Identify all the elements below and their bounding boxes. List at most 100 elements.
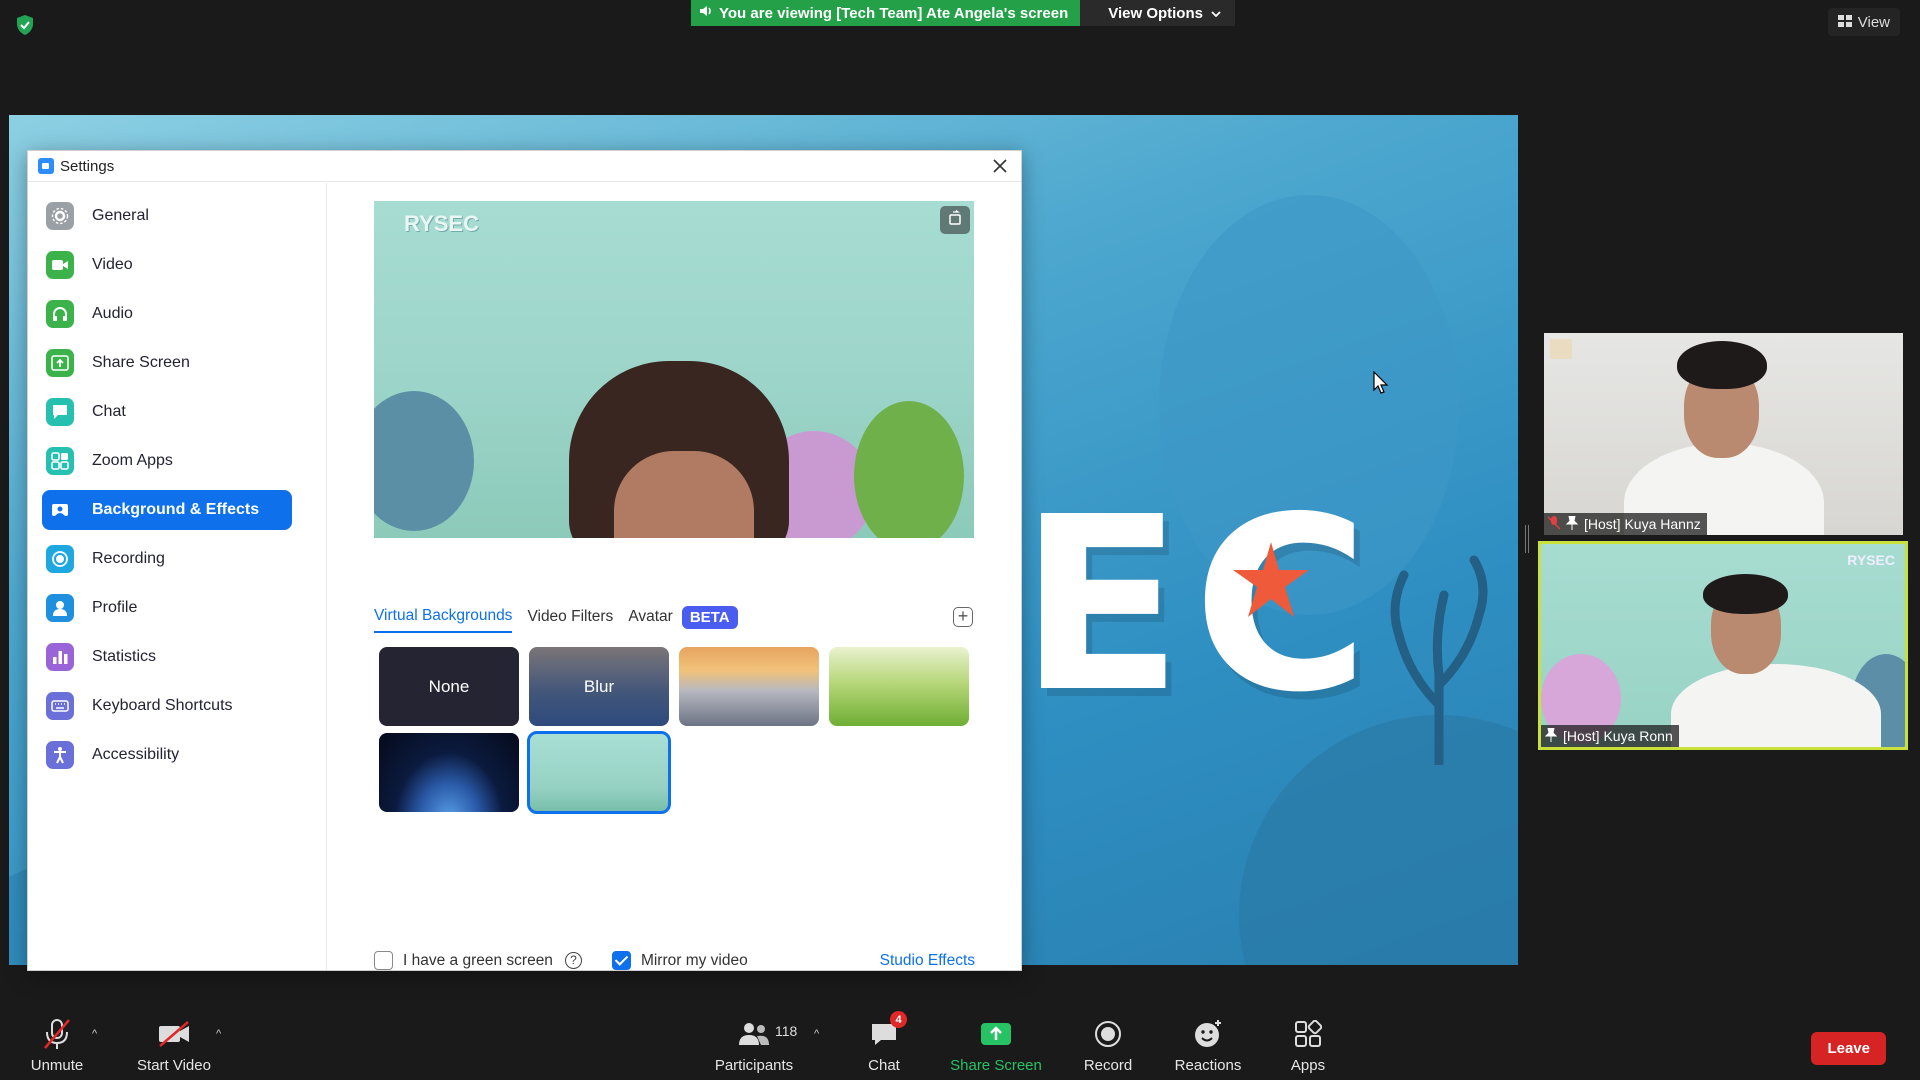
sidebar-item-video[interactable]: Video: [42, 245, 292, 285]
preview-rock: [374, 391, 474, 531]
add-background-button[interactable]: +: [953, 607, 973, 627]
mirror-video-checkbox[interactable]: [611, 951, 631, 970]
apps-icon: [1291, 1017, 1325, 1051]
audio-options-caret[interactable]: ^: [92, 1028, 97, 1040]
help-icon[interactable]: ?: [564, 952, 582, 969]
participant-tile[interactable]: [Host] Kuya Hannz: [1544, 333, 1903, 535]
sidebar-item-background-effects[interactable]: Background & Effects: [42, 490, 292, 530]
view-options-button[interactable]: View Options: [1080, 0, 1235, 26]
apps-label: Apps: [1290, 1057, 1326, 1074]
panel-resize-handle[interactable]: [1525, 525, 1529, 553]
video-options-caret[interactable]: ^: [216, 1028, 221, 1040]
participant-hair: [1703, 574, 1788, 614]
background-option-label: None: [428, 676, 470, 696]
smiley-icon: [1191, 1017, 1225, 1051]
sidebar-item-chat[interactable]: Chat: [42, 392, 292, 432]
effects-options-row: I have a green screen ? Mirror my video …: [374, 951, 975, 970]
apps-button[interactable]: Apps: [1280, 1002, 1336, 1080]
leave-button[interactable]: Leave: [1811, 1032, 1886, 1065]
headphones-icon: [46, 300, 74, 328]
meeting-controls-bar: Unmute ^ Start Video ^ 118 Participants …: [0, 1002, 1920, 1080]
sidebar-item-zoom-apps[interactable]: Zoom Apps: [42, 441, 292, 481]
pin-icon: [1565, 515, 1579, 533]
security-shield-icon[interactable]: [14, 14, 36, 36]
record-label: Record: [1083, 1057, 1133, 1074]
background-icon: [46, 496, 74, 524]
participants-button[interactable]: 118 Participants: [708, 1002, 800, 1080]
participants-label: Participants: [714, 1057, 794, 1074]
pin-icon: [1544, 727, 1558, 745]
background-effects-panel: RYSEC Virtual Backgrounds Video Filters …: [328, 183, 1021, 970]
settings-title: Settings: [60, 157, 115, 175]
tab-virtual-backgrounds[interactable]: Virtual Backgrounds: [374, 607, 513, 633]
tab-avatar[interactable]: Avatar: [628, 608, 673, 632]
background-option-ocean[interactable]: [527, 731, 671, 814]
grid-icon: [1837, 14, 1852, 31]
effects-tabs: Virtual Backgrounds Video Filters Avatar…: [374, 605, 738, 633]
reactions-button[interactable]: Reactions: [1170, 1002, 1246, 1080]
record-button[interactable]: Record: [1080, 1002, 1136, 1080]
recording-icon: [46, 545, 74, 573]
participant-bg-logo: RYSEC: [1847, 552, 1895, 568]
sidebar-item-recording[interactable]: Recording: [42, 539, 292, 579]
participant-tile-active-speaker[interactable]: RYSEC [Host] Kuya Ronn: [1538, 541, 1908, 750]
gear-icon: [46, 202, 74, 230]
participant-name: [Host] Kuya Hannz: [1584, 516, 1701, 532]
mouse-cursor-icon: [1373, 370, 1389, 400]
sidebar-item-statistics[interactable]: Statistics: [42, 637, 292, 677]
chat-icon: [46, 398, 74, 426]
green-screen-checkbox[interactable]: [374, 951, 393, 970]
preview-seaweed: [854, 401, 964, 538]
unmute-button[interactable]: Unmute: [24, 1002, 90, 1080]
start-video-button[interactable]: Start Video: [132, 1002, 216, 1080]
chat-button[interactable]: 4 Chat: [858, 1002, 910, 1080]
background-option-label: Blur: [583, 676, 615, 696]
sidebar-item-profile[interactable]: Profile: [42, 588, 292, 628]
beta-badge: BETA: [681, 605, 738, 629]
background-option-earth[interactable]: [379, 733, 519, 812]
share-screen-icon: [979, 1017, 1013, 1051]
sidebar-item-label: Background & Effects: [92, 501, 260, 518]
sidebar-item-label: Share Screen: [92, 354, 190, 371]
viewing-text: You are viewing [Tech Team] Ate Angela's…: [719, 4, 1069, 22]
chat-label: Chat: [868, 1057, 900, 1074]
background-option-none[interactable]: None: [379, 647, 519, 726]
video-icon: [46, 251, 74, 279]
sidebar-item-accessibility[interactable]: Accessibility: [42, 735, 292, 775]
background-option-blur[interactable]: Blur: [529, 647, 669, 726]
sidebar-item-label: General: [92, 207, 149, 224]
sidebar-item-label: Chat: [92, 403, 126, 420]
background-option-bridge[interactable]: [679, 647, 819, 726]
sidebar-item-label: Video: [92, 256, 133, 273]
preview-logo: RYSEC: [404, 211, 479, 236]
participant-name: [Host] Kuya Ronn: [1563, 728, 1673, 744]
participants-icon: 118: [737, 1017, 797, 1051]
sidebar-item-label: Accessibility: [92, 746, 180, 763]
sidebar-item-label: Profile: [92, 599, 138, 616]
chevron-down-icon: [1211, 5, 1221, 22]
view-layout-button[interactable]: View: [1827, 8, 1900, 36]
sidebar-item-share-screen[interactable]: Share Screen: [42, 343, 292, 383]
mirror-video-label: Mirror my video: [640, 951, 748, 969]
reactions-label: Reactions: [1174, 1057, 1242, 1074]
rotate-video-button[interactable]: [940, 206, 970, 234]
sidebar-item-keyboard-shortcuts[interactable]: Keyboard Shortcuts: [42, 686, 292, 726]
settings-sidebar: General Video Audio Share Screen Chat Zoom Ap…: [28, 183, 327, 970]
participant-name-tag: [Host] Kuya Hannz: [1544, 513, 1707, 535]
background-option-grass[interactable]: [829, 647, 969, 726]
record-icon: [1091, 1017, 1125, 1051]
share-screen-label: Share Screen: [950, 1057, 1042, 1074]
tab-video-filters[interactable]: Video Filters: [527, 608, 613, 632]
sidebar-item-general[interactable]: General: [42, 196, 292, 236]
video-preview: RYSEC: [374, 201, 974, 538]
profile-icon: [46, 594, 74, 622]
share-screen-button[interactable]: Share Screen: [948, 1002, 1044, 1080]
studio-effects-link[interactable]: Studio Effects: [880, 952, 975, 970]
participants-options-caret[interactable]: ^: [814, 1028, 819, 1040]
sidebar-item-audio[interactable]: Audio: [42, 294, 292, 334]
sidebar-item-label: Statistics: [92, 648, 157, 665]
rotate-icon: [947, 209, 963, 231]
close-button[interactable]: [989, 156, 1011, 178]
background-grid: None Blur: [379, 647, 969, 814]
zoom-meeting-window: You are viewing [Tech Team] Ate Angela's…: [0, 0, 1920, 1080]
